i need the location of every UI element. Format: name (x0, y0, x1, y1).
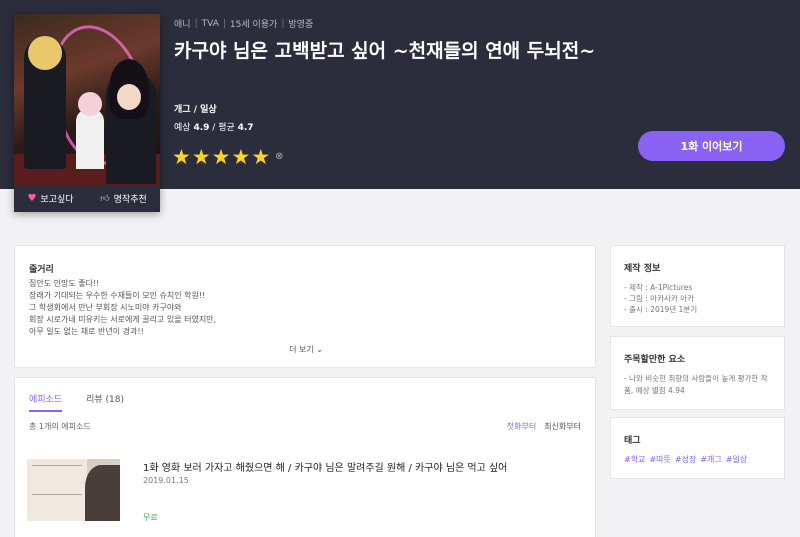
production-list: - 제작 : A-1Pictures - 그림 : 아카사카 아카 - 출시 :… (624, 282, 697, 315)
tabs: 에피소드 리뷰 (18) (29, 392, 124, 412)
meta-type: 애니 (174, 20, 191, 30)
notable-text: - 나와 비슷한 취향의 사람들이 높게 평가한 작품, 예상 별점 4.94 (624, 374, 768, 395)
synopsis-body: 집안도 인망도 좋다!! 장래가 기대되는 우수한 수재들이 모인 슈치인 학원… (29, 278, 569, 336)
meta-format: TVA (201, 18, 219, 29)
chevron-down-icon[interactable]: ⌄ (316, 345, 323, 354)
sort-newest-button[interactable]: 최신화부터 (544, 421, 581, 432)
genre-label: 개그 / 일상 (174, 105, 217, 115)
tag-growth[interactable]: #성장 (675, 454, 696, 465)
score-avg-label: 평균 (218, 123, 235, 133)
more-button[interactable]: 더 보기 ⌄ (15, 344, 597, 355)
star-icon[interactable]: ★ (192, 147, 211, 168)
recommend-button[interactable]: 👍︎ 명작추천 (87, 192, 160, 206)
synopsis-line: 장래가 기대되는 우수한 수재들이 모인 슈치인 학원!! (29, 291, 206, 300)
production-title: 제작 정보 (624, 264, 661, 274)
synopsis-line: 아무 일도 없는 채로 반년이 경과!! (29, 327, 144, 336)
thumbs-up-icon: 👍︎ (100, 193, 110, 204)
meta-separator: | (194, 18, 198, 29)
production-studio: - 제작 : A-1Pictures (624, 283, 693, 292)
page-title: 카구야 님은 고백받고 싶어 ~천재들의 연애 두뇌전~ (174, 40, 596, 62)
production-artist: - 그림 : 아카사카 아카 (624, 294, 694, 303)
meta-separator: | (281, 18, 285, 29)
clear-rating-icon[interactable]: ⊗ (275, 151, 283, 168)
production-release: - 출시 : 2019년 1분기 (624, 305, 698, 314)
tag-comedy[interactable]: #개그 (700, 454, 721, 465)
wishlist-label: 보고싶다 (40, 195, 74, 205)
star-icon[interactable]: ★ (212, 147, 231, 168)
sort-first-button[interactable]: 첫화부터 (507, 421, 536, 432)
tag-list: #학교 #따뜻 #성장 #개그 #일상 (624, 454, 747, 465)
poster-image (14, 14, 160, 185)
sort-options: 첫화부터 최신화부터 (507, 421, 581, 432)
tags-title: 태그 (624, 436, 641, 446)
poster-card: ♥ 보고싶다 👍︎ 명작추천 (14, 14, 160, 212)
rating-stars[interactable]: ★ ★ ★ ★ ★ ⊗ (172, 147, 284, 168)
meta-line: 애니 | TVA | 15세 이용가 | 방영중 (174, 17, 314, 31)
episode-price: 무료 (143, 513, 158, 522)
synopsis-line: 회장 시로가네 미유키는 서로에게 끌리고 있을 터였지만, (29, 315, 217, 324)
tab-reviews[interactable]: 리뷰 (18) (86, 392, 124, 412)
tab-episodes[interactable]: 에피소드 (29, 392, 63, 412)
synopsis-line: 그 학생회에서 만난 부회장 시노미야 카구야와 (29, 303, 182, 312)
tag-daily[interactable]: #일상 (726, 454, 747, 465)
tags-card: 태그 #학교 #따뜻 #성장 #개그 #일상 (610, 417, 785, 479)
meta-status: 방영중 (288, 20, 314, 30)
tag-school[interactable]: #학교 (624, 454, 645, 465)
synopsis-line: 집안도 인망도 좋다!! (29, 279, 100, 288)
meta-separator: | (222, 18, 226, 29)
notable-title: 주목할만한 요소 (624, 355, 686, 365)
episode-item[interactable]: 1화 영화 보러 가자고 해줬으면 해 / 카구야 님은 말려주길 원해 / 카… (27, 459, 587, 529)
score-average: 4.7 (237, 123, 254, 133)
episode-count: 총 1개의 에피소드 (29, 422, 91, 431)
wishlist-button[interactable]: ♥ 보고싶다 (14, 192, 87, 205)
heart-icon: ♥ (27, 193, 37, 204)
more-label[interactable]: 더 보기 (289, 345, 314, 354)
production-info-card: 제작 정보 - 제작 : A-1Pictures - 그림 : 아카사카 아카 … (610, 245, 785, 327)
episodes-card: 에피소드 리뷰 (18) 총 1개의 에피소드 첫화부터 최신화부터 1화 영화… (14, 377, 596, 537)
score-line: 예상 4.9 / 평균 4.7 (174, 120, 254, 133)
score-divider: / (212, 123, 216, 133)
notable-card: 주목할만한 요소 - 나와 비슷한 취향의 사람들이 높게 평가한 작품, 예상… (610, 336, 785, 410)
synopsis-card: 줄거리 집안도 인망도 좋다!! 장래가 기대되는 우수한 수재들이 모인 슈치… (14, 245, 596, 368)
episode-date: 2019.01.15 (143, 476, 189, 485)
star-icon[interactable]: ★ (172, 147, 191, 168)
continue-watching-button[interactable]: 1화 이어보기 (638, 131, 785, 161)
synopsis-title: 줄거리 (29, 265, 54, 275)
poster-actions: ♥ 보고싶다 👍︎ 명작추천 (14, 185, 160, 212)
episode-title[interactable]: 1화 영화 보러 가자고 해줬으면 해 / 카구야 님은 말려주길 원해 / 카… (143, 459, 507, 474)
episode-thumbnail[interactable] (27, 459, 120, 521)
recommend-label: 명작추천 (113, 195, 147, 205)
score-expected: 4.9 (193, 123, 210, 133)
score-expected-label: 예상 (174, 123, 191, 133)
star-icon[interactable]: ★ (231, 147, 250, 168)
star-icon[interactable]: ★ (251, 147, 270, 168)
meta-age-rating: 15세 이용가 (229, 20, 278, 30)
tag-warm[interactable]: #따뜻 (649, 454, 670, 465)
